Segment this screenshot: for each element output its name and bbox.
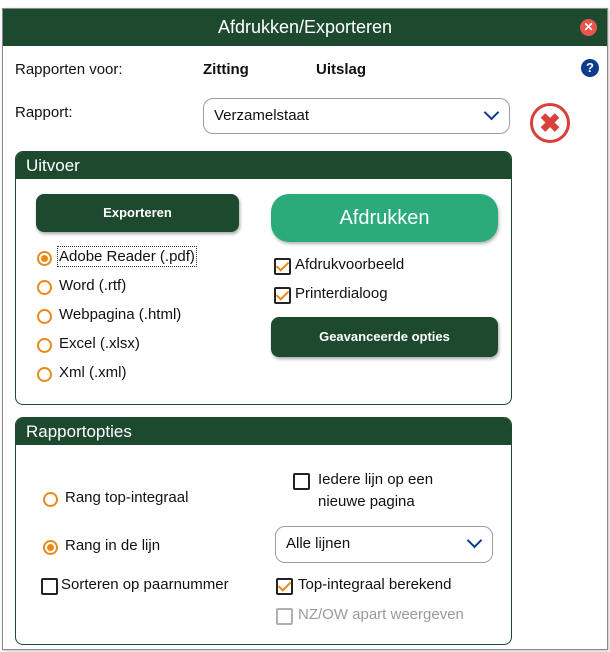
help-icon[interactable]: ?	[581, 59, 599, 77]
new-page-label-line2[interactable]: nieuwe pagina	[318, 493, 415, 510]
format-pdf-label[interactable]: Adobe Reader (.pdf)	[57, 246, 197, 267]
title-bar: Afdrukken/Exporteren ✕	[3, 9, 607, 46]
print-export-dialog: Afdrukken/Exporteren ✕ Rapporten voor: Z…	[2, 8, 608, 650]
format-pdf-radio[interactable]	[37, 251, 52, 266]
dialog-title: Afdrukken/Exporteren	[217, 17, 393, 37]
format-html-label[interactable]: Webpagina (.html)	[59, 306, 181, 323]
top-integral-label[interactable]: Top-integraal berekend	[298, 576, 451, 593]
reports-for-label: Rapporten voor:	[15, 61, 123, 78]
sort-pair-checkbox[interactable]	[41, 578, 58, 595]
chevron-down-icon	[483, 104, 500, 121]
rapportopties-header: Rapportopties	[16, 418, 511, 445]
print-preview-label[interactable]: Afdrukvoorbeeld	[295, 256, 404, 273]
rang-in-de-lijn-label[interactable]: Rang in de lijn	[65, 537, 160, 554]
rang-top-integraal-label[interactable]: Rang top-integraal	[65, 489, 188, 506]
rapport-select-value: Verzamelstaat	[214, 107, 310, 124]
export-button[interactable]: Exporteren	[36, 194, 239, 232]
format-xlsx-label[interactable]: Excel (.xlsx)	[59, 335, 140, 352]
new-page-checkbox[interactable]	[293, 473, 310, 490]
nz-ow-checkbox[interactable]	[276, 608, 293, 625]
printer-dialog-label[interactable]: Printerdialoog	[295, 285, 388, 302]
format-rtf-radio[interactable]	[37, 280, 52, 295]
uitvoer-header: Uitvoer	[16, 152, 511, 179]
format-xlsx-radio[interactable]	[37, 338, 52, 353]
lines-select-value: Alle lijnen	[286, 535, 351, 552]
rapportopties-group: Rapportopties Rang top-integraal Iedere …	[15, 417, 512, 645]
chevron-down-icon	[466, 532, 483, 549]
printer-dialog-checkbox[interactable]	[274, 287, 291, 304]
rang-in-de-lijn-radio[interactable]	[43, 540, 58, 555]
top-integral-checkbox[interactable]	[276, 578, 293, 595]
format-html-radio[interactable]	[37, 309, 52, 324]
rapport-label: Rapport:	[15, 104, 73, 121]
format-xml-radio[interactable]	[37, 367, 52, 382]
print-preview-checkbox[interactable]	[274, 258, 291, 275]
print-button[interactable]: Afdrukken	[271, 194, 498, 242]
sort-pair-label[interactable]: Sorteren op paarnummer	[61, 576, 229, 593]
tab-zitting[interactable]: Zitting	[203, 61, 249, 78]
lines-select[interactable]: Alle lijnen	[275, 526, 493, 563]
format-xml-label[interactable]: Xml (.xml)	[59, 364, 127, 381]
advanced-options-button[interactable]: Geavanceerde opties	[271, 317, 498, 357]
tab-uitslag[interactable]: Uitslag	[316, 61, 366, 78]
close-icon[interactable]: ✖	[530, 103, 570, 143]
format-rtf-label[interactable]: Word (.rtf)	[59, 277, 126, 294]
new-page-label-line1[interactable]: Iedere lijn op een	[318, 471, 433, 488]
rang-top-integraal-radio[interactable]	[43, 492, 58, 507]
rapport-select[interactable]: Verzamelstaat	[203, 98, 510, 134]
window-close-icon[interactable]: ✕	[580, 19, 597, 36]
uitvoer-group: Uitvoer Exporteren Afdrukken Adobe Reade…	[15, 151, 512, 405]
nz-ow-label: NZ/OW apart weergeven	[298, 606, 464, 623]
